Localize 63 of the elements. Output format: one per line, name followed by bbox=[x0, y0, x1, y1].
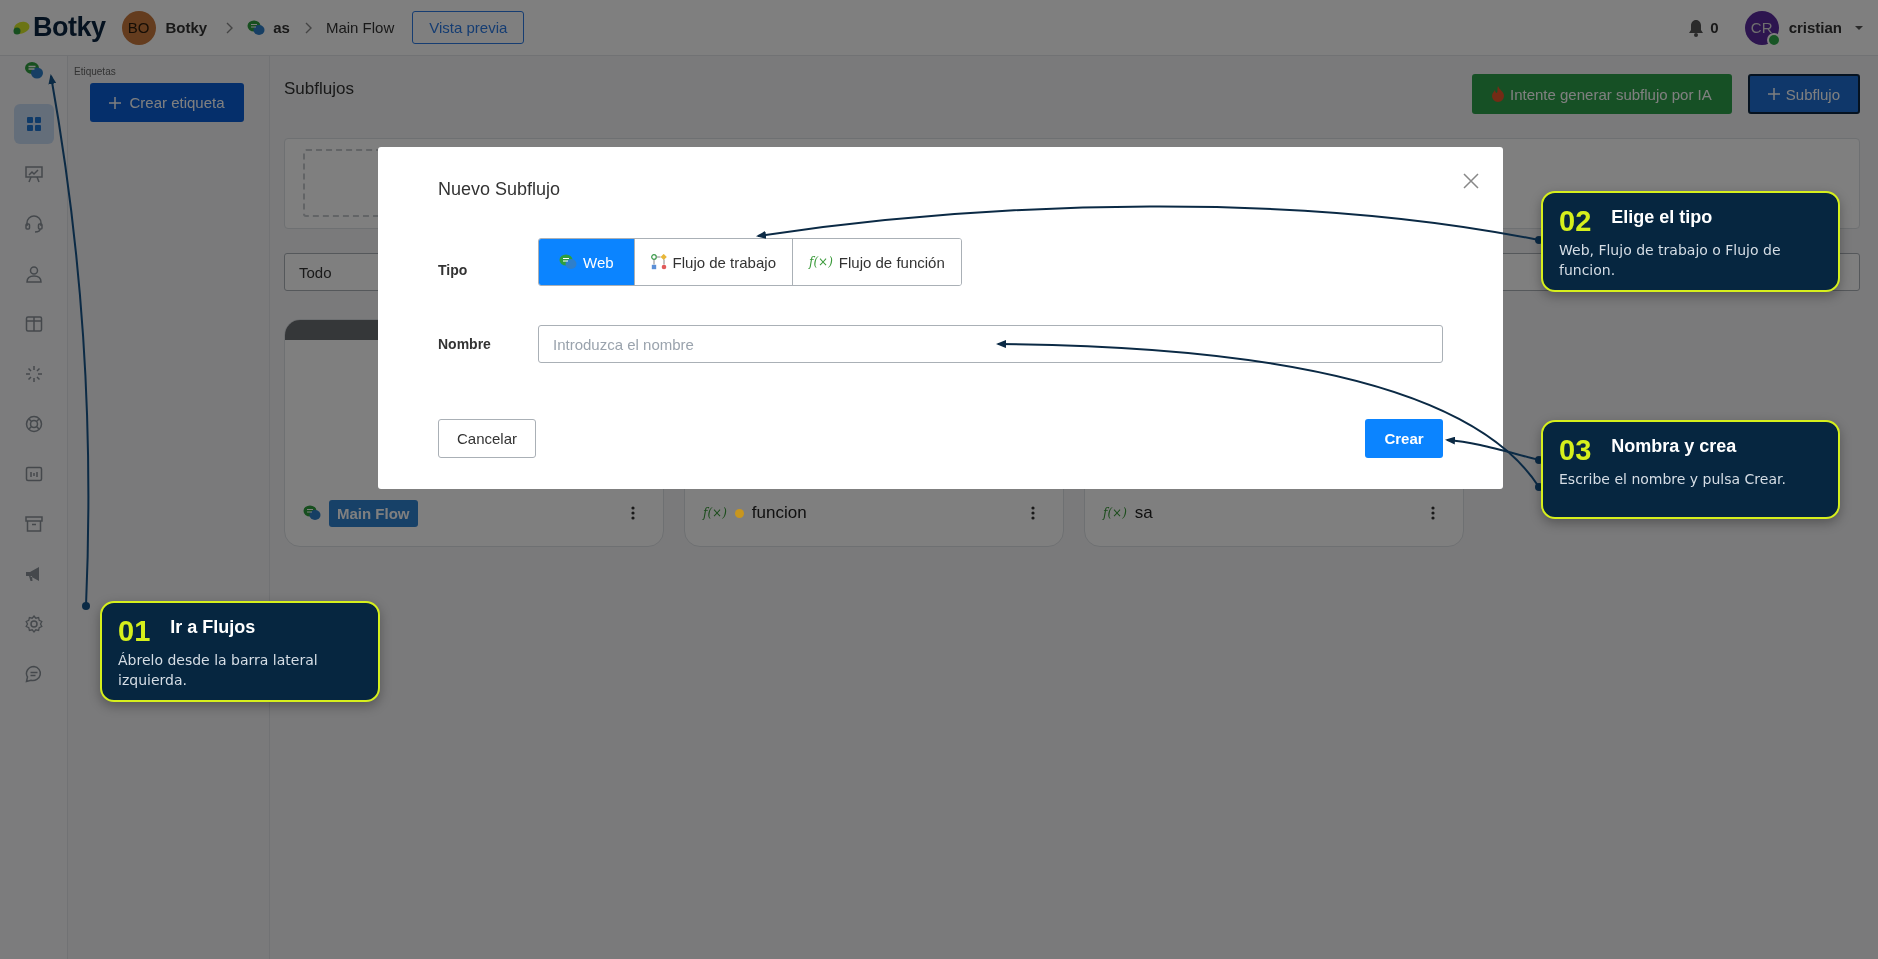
bell-icon[interactable] bbox=[1688, 18, 1705, 37]
more-options-icon[interactable] bbox=[1031, 506, 1035, 520]
chevron-right-icon bbox=[303, 21, 312, 34]
lifebuoy-icon bbox=[23, 414, 44, 434]
function-glyph-icon: f(×) bbox=[809, 255, 833, 269]
notification-count: 0 bbox=[1710, 19, 1719, 36]
chevron-right-icon bbox=[225, 21, 234, 34]
panel-title: Etiquetas bbox=[74, 66, 117, 77]
presentation-chart-icon bbox=[23, 164, 44, 184]
create-tag-button[interactable]: Crear etiqueta bbox=[90, 83, 244, 122]
chat-bubbles-icon bbox=[559, 254, 577, 270]
function-glyph-icon: f(×) bbox=[1103, 506, 1127, 520]
step-number: 03 bbox=[1559, 434, 1592, 467]
caret-down-icon[interactable] bbox=[1854, 24, 1864, 31]
workspace-avatar[interactable]: BO bbox=[121, 10, 156, 45]
preview-button[interactable]: Vista previa bbox=[412, 11, 525, 44]
ai-generate-button[interactable]: Intente generar subflujo por IA bbox=[1472, 74, 1732, 114]
user-avatar[interactable]: CR bbox=[1744, 10, 1779, 45]
columns-layout-icon bbox=[23, 314, 44, 334]
create-button[interactable]: Crear bbox=[1365, 419, 1443, 458]
step-title: Elige el tipo bbox=[1611, 207, 1713, 228]
field-label: Nombre bbox=[438, 336, 492, 352]
sidebar-item[interactable] bbox=[13, 104, 54, 144]
name-input-field[interactable]: Introduzca el nombre bbox=[538, 325, 1443, 363]
report-panel-icon bbox=[23, 464, 44, 484]
field-label: Tipo bbox=[438, 262, 469, 278]
flow-name-badge: Main Flow bbox=[329, 499, 418, 527]
headset-icon bbox=[23, 214, 44, 234]
brand-logo-text: Botky bbox=[33, 12, 106, 43]
plus-icon bbox=[109, 96, 122, 109]
workspace-name[interactable]: Botky bbox=[165, 19, 208, 36]
breadcrumb-link[interactable]: Main Flow bbox=[325, 19, 395, 36]
cancel-button[interactable]: Cancelar bbox=[438, 419, 537, 458]
chat-bubbles-icon bbox=[247, 19, 266, 36]
type-tab[interactable]: Web bbox=[539, 239, 635, 285]
chat-bubbles-icon bbox=[303, 505, 321, 521]
flow-name: funcion bbox=[751, 503, 808, 523]
sparkle-loader-icon bbox=[23, 364, 44, 384]
step-number: 02 bbox=[1559, 205, 1592, 238]
settings-gear-icon bbox=[23, 614, 44, 634]
step-title: Nombra y crea bbox=[1611, 436, 1737, 457]
archive-box-icon bbox=[23, 514, 44, 534]
plus-icon bbox=[1767, 88, 1780, 100]
step-description: Escribe el nombre y pulsa Crear. bbox=[1559, 470, 1787, 489]
page-title: Subflujos bbox=[284, 79, 355, 99]
function-glyph-icon: f(×) bbox=[703, 506, 727, 520]
close-icon[interactable] bbox=[1463, 173, 1479, 189]
modal-title: Nuevo Subflujo bbox=[438, 179, 562, 200]
more-options-icon[interactable] bbox=[631, 506, 635, 520]
workflow-nodes-icon bbox=[650, 254, 667, 270]
step-description: Ábrelo desde la barra lateral izquierda. bbox=[118, 651, 319, 690]
more-options-icon[interactable] bbox=[1431, 506, 1435, 520]
step-description: Web, Flujo de trabajo o Flujo de funcion. bbox=[1559, 241, 1782, 280]
step-title: Ir a Flujos bbox=[170, 617, 256, 638]
flame-icon bbox=[1492, 86, 1504, 102]
step-number: 01 bbox=[118, 615, 151, 648]
user-name[interactable]: cristian bbox=[1788, 19, 1842, 36]
user-icon bbox=[23, 264, 44, 284]
flows-chat-icon bbox=[23, 61, 44, 81]
flow-name: sa bbox=[1134, 503, 1154, 523]
chat-bubble-icon bbox=[23, 664, 44, 684]
breadcrumb-link[interactable]: as bbox=[273, 19, 290, 36]
add-subflow-button[interactable]: Subflujo bbox=[1747, 74, 1860, 114]
